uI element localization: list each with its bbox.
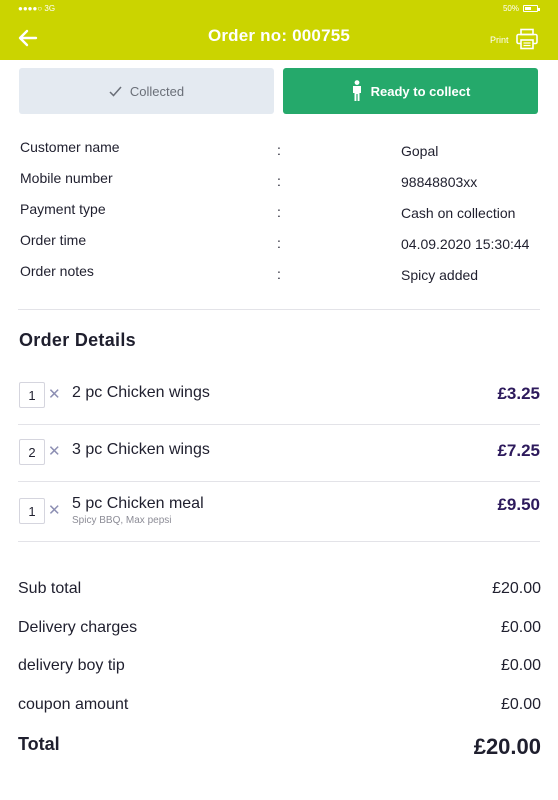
summary-value: £0.00: [500, 657, 541, 674]
item-note: Spicy BBQ, Max pepsi: [72, 515, 172, 526]
status-bar: ●●●●○ 3G 50%: [0, 3, 558, 15]
info-row-customer-name: Customer name : Gopal: [20, 139, 540, 161]
item-name: 2 pc Chicken wings: [72, 384, 210, 401]
info-label: Payment type: [20, 201, 106, 217]
item-quantity: 1: [19, 498, 45, 524]
carrier-signal: ●●●●○ 3G: [18, 4, 56, 13]
battery-status: 50%: [502, 4, 540, 13]
order-details-title: Order Details: [19, 330, 136, 350]
item-name: 5 pc Chicken meal: [72, 495, 204, 512]
info-colon: :: [277, 266, 281, 282]
checkmark-icon: [109, 86, 122, 97]
info-colon: :: [277, 235, 281, 251]
item-price: £9.50: [497, 495, 540, 514]
info-row-order-notes: Order notes : Spicy added: [20, 263, 540, 285]
item-price: £7.25: [497, 441, 540, 460]
info-label: Mobile number: [20, 170, 113, 186]
info-colon: :: [277, 204, 281, 220]
info-row-mobile-number: Mobile number : 98848803xx: [20, 170, 540, 192]
divider: [18, 309, 540, 310]
info-label: Order notes: [20, 263, 94, 279]
print-label[interactable]: Print: [490, 35, 509, 45]
times-icon: ✕: [48, 443, 61, 460]
summary-value: £0.00: [500, 696, 541, 713]
info-label: Order time: [20, 232, 87, 248]
summary-value: £0.00: [500, 619, 541, 636]
divider: [18, 541, 540, 542]
item-price: £3.25: [497, 384, 540, 403]
ready-to-collect-button[interactable]: Ready to collect: [283, 68, 538, 114]
item-name: 3 pc Chicken wings: [72, 441, 210, 458]
summary-value: £20.00: [492, 580, 541, 597]
ready-button-label: Ready to collect: [370, 83, 471, 99]
info-row-order-time: Order time : 04.09.2020 15:30:44: [20, 232, 540, 254]
info-colon: :: [277, 142, 281, 158]
info-value: Spicy added: [401, 267, 479, 283]
info-colon: :: [277, 173, 281, 189]
total-label: Total: [18, 734, 60, 754]
divider: [18, 481, 540, 482]
info-row-payment-type: Payment type : Cash on collection: [20, 201, 540, 223]
summary-label: delivery boy tip: [18, 657, 125, 674]
person-icon: [352, 80, 361, 101]
collected-button-label: Collected: [129, 83, 185, 99]
item-quantity: 1: [19, 382, 45, 408]
info-value: Gopal: [401, 143, 439, 159]
collected-button[interactable]: Collected: [19, 68, 274, 114]
printer-icon[interactable]: [515, 27, 539, 51]
app-header: ●●●●○ 3G 50% Order no: 000755 Print: [0, 0, 558, 60]
summary-label: Sub total: [18, 580, 82, 597]
info-value: 04.09.2020 15:30:44: [401, 236, 530, 252]
info-value: Cash on collection: [401, 205, 516, 221]
page-title: Order no: 000755: [207, 26, 351, 45]
info-value: 98848803xx: [401, 174, 478, 190]
item-quantity: 2: [19, 439, 45, 465]
battery-percent: 50%: [502, 4, 519, 13]
battery-icon: [523, 5, 540, 12]
summary-label: Delivery charges: [18, 619, 138, 636]
divider: [18, 424, 540, 425]
times-icon: ✕: [48, 502, 61, 519]
info-label: Customer name: [20, 139, 120, 155]
summary-label: coupon amount: [18, 696, 129, 713]
total-value: £20.00: [473, 734, 541, 759]
times-icon: ✕: [48, 386, 61, 403]
